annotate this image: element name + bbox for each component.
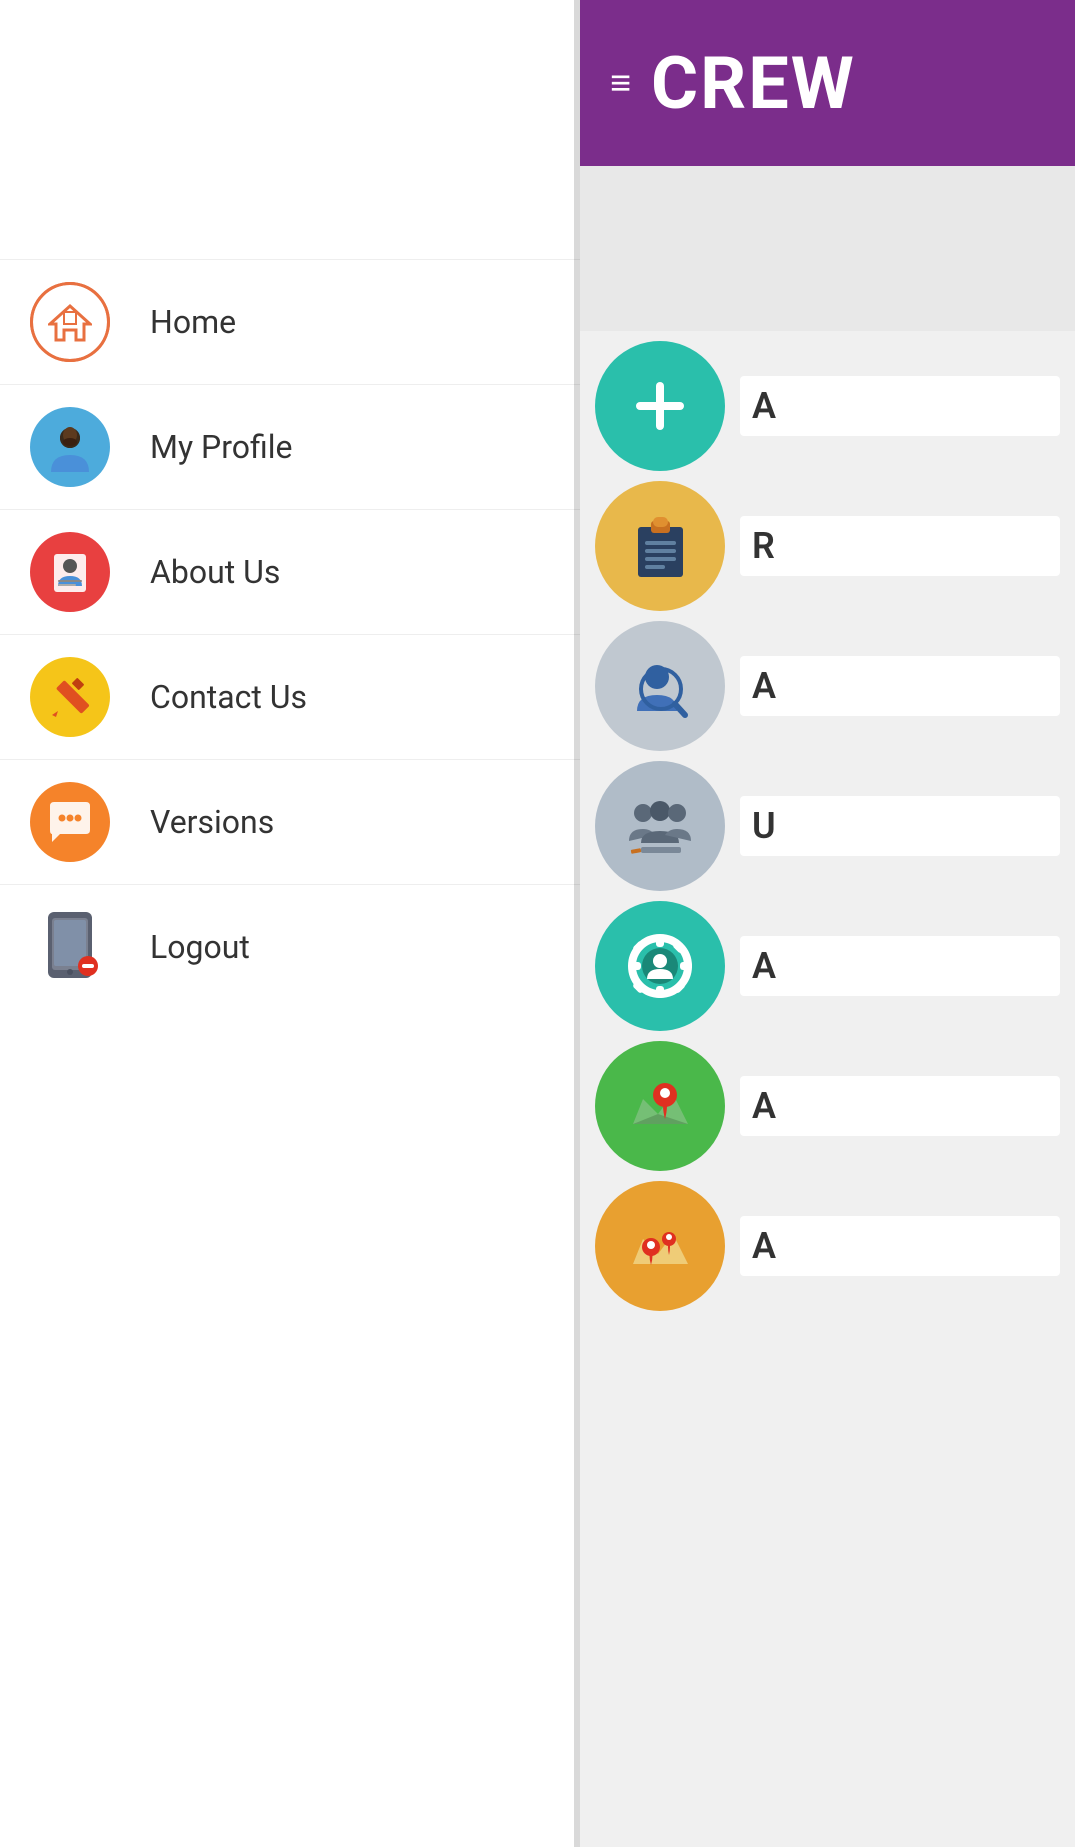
grid-label-add: A bbox=[740, 376, 1060, 436]
grid-row-admin[interactable]: A bbox=[595, 901, 1060, 1031]
main-header: ≡ CREW bbox=[580, 0, 1075, 166]
grid-label-location: A bbox=[740, 1076, 1060, 1136]
drawer-menu: Home My Profile bbox=[0, 0, 580, 1847]
grid-label-text-reports: R bbox=[752, 525, 775, 567]
versions-icon bbox=[30, 782, 110, 862]
add-circle-icon bbox=[595, 341, 725, 471]
nav-item-about[interactable]: About Us bbox=[0, 510, 580, 635]
grid-label-reports: R bbox=[740, 516, 1060, 576]
grid-label-text-admin: A bbox=[752, 945, 776, 987]
nav-label-home: Home bbox=[150, 303, 236, 341]
reports-circle-icon bbox=[595, 481, 725, 611]
grid-row-search-person[interactable]: A bbox=[595, 621, 1060, 751]
header-title: CREW bbox=[651, 41, 856, 126]
nav-item-profile[interactable]: My Profile bbox=[0, 385, 580, 510]
grid-area: A R bbox=[580, 331, 1075, 1321]
drawer-top-spacer bbox=[0, 0, 580, 260]
nav-label-logout: Logout bbox=[150, 928, 250, 966]
nav-label-profile: My Profile bbox=[150, 428, 292, 466]
search-area bbox=[580, 166, 1075, 331]
search-person-circle-icon bbox=[595, 621, 725, 751]
grid-label-text-location2: A bbox=[752, 1225, 776, 1267]
nav-item-versions[interactable]: Versions bbox=[0, 760, 580, 885]
nav-label-versions: Versions bbox=[150, 803, 274, 841]
grid-label-search-person: A bbox=[740, 656, 1060, 716]
grid-label-users-edit: U bbox=[740, 796, 1060, 856]
nav-item-contact[interactable]: Contact Us bbox=[0, 635, 580, 760]
contact-icon bbox=[30, 657, 110, 737]
logout-icon bbox=[30, 907, 110, 987]
users-edit-circle-icon bbox=[595, 761, 725, 891]
grid-row-reports[interactable]: R bbox=[595, 481, 1060, 611]
grid-label-text-users-edit: U bbox=[752, 805, 776, 847]
hamburger-icon[interactable]: ≡ bbox=[610, 62, 631, 104]
grid-row-location[interactable]: A bbox=[595, 1041, 1060, 1171]
location-circle-icon bbox=[595, 1041, 725, 1171]
grid-row-add[interactable]: A bbox=[595, 341, 1060, 471]
main-panel: ≡ CREW A bbox=[580, 0, 1075, 1847]
grid-row-location2[interactable]: A bbox=[595, 1181, 1060, 1311]
admin-gear-circle-icon bbox=[595, 901, 725, 1031]
about-icon bbox=[30, 532, 110, 612]
nav-item-home[interactable]: Home bbox=[0, 260, 580, 385]
nav-list: Home My Profile bbox=[0, 260, 580, 1009]
home-icon bbox=[30, 282, 110, 362]
nav-item-logout[interactable]: Logout bbox=[0, 885, 580, 1009]
grid-label-text-location: A bbox=[752, 1085, 776, 1127]
grid-label-text-add: A bbox=[752, 385, 776, 427]
grid-label-admin: A bbox=[740, 936, 1060, 996]
grid-row-users-edit[interactable]: U bbox=[595, 761, 1060, 891]
grid-label-text-search-person: A bbox=[752, 665, 776, 707]
location2-circle-icon bbox=[595, 1181, 725, 1311]
profile-icon bbox=[30, 407, 110, 487]
nav-label-about: About Us bbox=[150, 553, 280, 591]
nav-label-contact: Contact Us bbox=[150, 678, 307, 716]
grid-label-location2: A bbox=[740, 1216, 1060, 1276]
